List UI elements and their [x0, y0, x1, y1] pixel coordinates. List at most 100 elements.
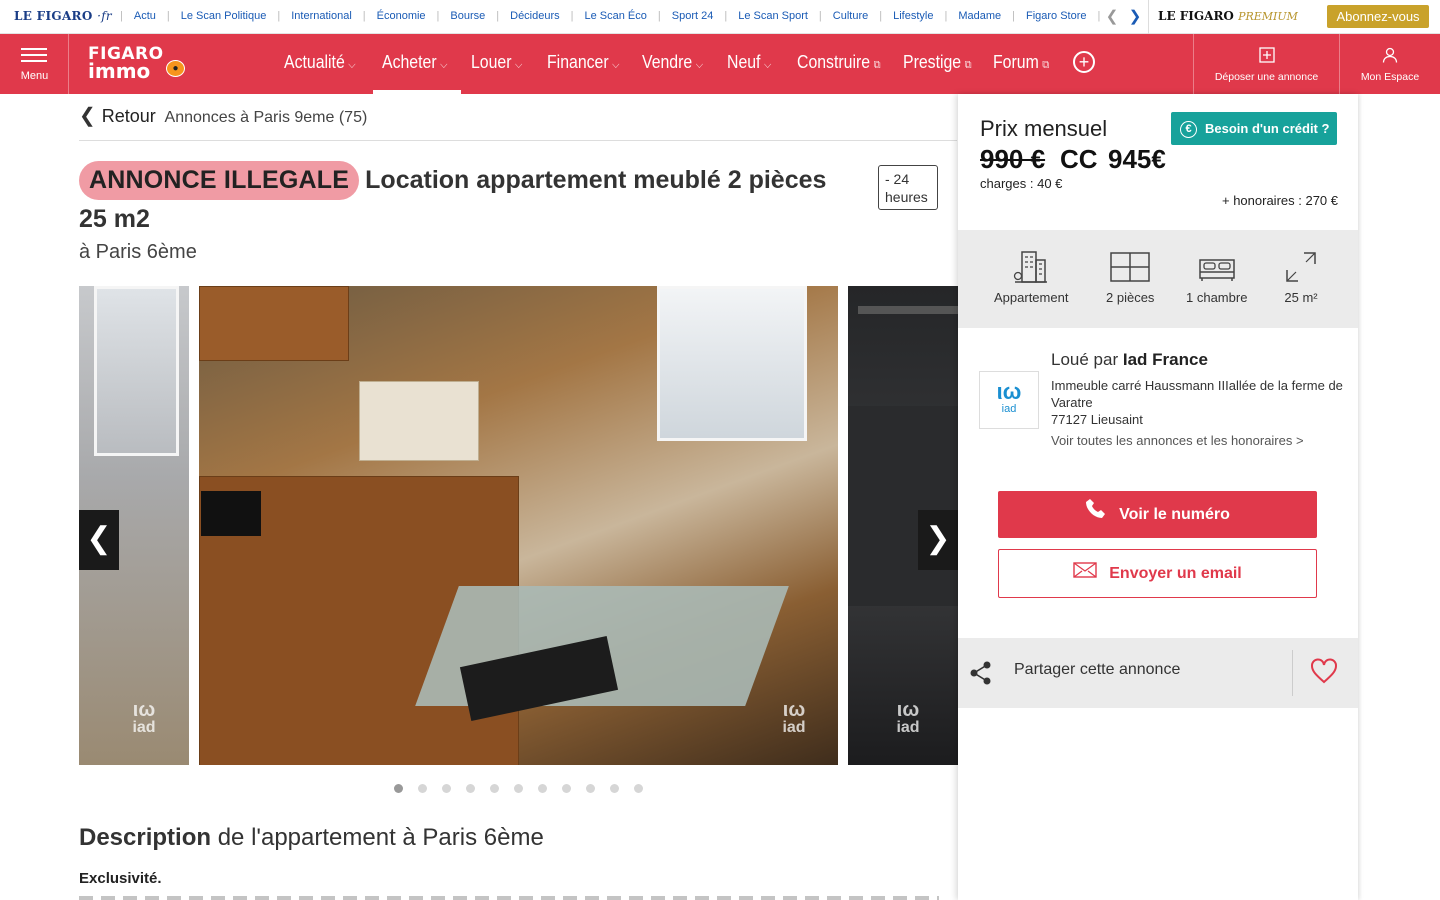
divider: [79, 140, 957, 141]
chevron-right-icon[interactable]: ❯: [1125, 7, 1145, 27]
divider: [1292, 650, 1293, 696]
carousel-dot[interactable]: [490, 784, 499, 793]
external-link-icon: ⧉: [1042, 59, 1050, 71]
section-link[interactable]: Décideurs: [499, 10, 571, 22]
nav-tab-prestige[interactable]: Prestige ⧉: [903, 34, 972, 94]
listing-location: à Paris 6ème: [79, 241, 197, 263]
heart-icon[interactable]: [1310, 658, 1338, 689]
carousel-dot[interactable]: [394, 784, 403, 793]
carousel-dot[interactable]: [538, 784, 547, 793]
post-listing-button[interactable]: Déposer une annonce: [1193, 34, 1339, 94]
upper-cabinet: [199, 286, 349, 361]
agency-name[interactable]: Iad France: [1123, 350, 1208, 369]
user-icon: [1340, 47, 1440, 67]
section-link[interactable]: Économie: [366, 10, 437, 22]
logo-line-2: immo: [88, 59, 151, 83]
divider: [1148, 0, 1149, 34]
carousel-dot[interactable]: [418, 784, 427, 793]
section-link[interactable]: Culture: [822, 10, 879, 22]
share-icon[interactable]: [968, 660, 994, 691]
le-figaro-logo[interactable]: LE FIGARO ·fr: [14, 9, 112, 23]
nav-tab-label: Financer: [547, 52, 609, 72]
my-account-button[interactable]: Mon Espace: [1339, 34, 1440, 94]
section-link[interactable]: Madame: [947, 10, 1012, 22]
nav-tab-label: Louer: [471, 52, 512, 72]
active-tab-underline: [373, 90, 461, 94]
credit-button-label: Besoin d'un crédit ?: [1205, 121, 1330, 136]
description-next-line: [79, 896, 939, 900]
euro-icon: €: [1180, 121, 1197, 139]
credit-button[interactable]: € Besoin d'un crédit ?: [1171, 112, 1337, 145]
fees: + honoraires : 270 €: [1222, 193, 1338, 208]
breadcrumb[interactable]: Annonces à Paris 9eme (75): [165, 109, 368, 126]
building-icon: [1014, 251, 1048, 283]
carousel-dot[interactable]: [562, 784, 571, 793]
chevron-left-icon[interactable]: ❮: [1102, 7, 1122, 27]
feature-type-label: Appartement: [994, 290, 1069, 305]
carousel-dot[interactable]: [442, 784, 451, 793]
nav-tab-neuf[interactable]: Neuf ⌵: [727, 34, 771, 94]
send-email-button[interactable]: Envoyer un email: [998, 549, 1317, 598]
oven-handle: [858, 306, 958, 314]
section-link[interactable]: Actu: [123, 10, 167, 22]
carousel-dot[interactable]: [514, 784, 523, 793]
charges: charges : 40 €: [980, 176, 1063, 191]
nav-tab-label: Actualité: [284, 52, 345, 72]
agency-prefix: Loué par: [1051, 350, 1119, 369]
agency-logo-text: iad: [1001, 403, 1017, 415]
share-listing-link[interactable]: Partager cette annonce: [1014, 661, 1180, 679]
nav-tab-louer[interactable]: Louer ⌵: [471, 34, 522, 94]
nav-tab-acheter[interactable]: Acheter ⌵: [382, 34, 447, 94]
section-link[interactable]: Figaro Store: [1015, 10, 1098, 22]
menu-button[interactable]: Menu: [0, 34, 69, 94]
nav-tab-construire[interactable]: Construire ⧉: [797, 34, 881, 94]
pumpkin-icon: ●: [166, 60, 185, 77]
bed-icon: [1198, 259, 1235, 281]
figaro-premium-logo[interactable]: LE FIGARO PREMIUM: [1158, 9, 1298, 23]
price-label: Prix mensuel: [980, 116, 1108, 141]
plus-circle-icon[interactable]: +: [1073, 51, 1095, 73]
section-link[interactable]: Le Scan Éco: [574, 10, 658, 22]
chevron-down-icon: ⌵: [348, 59, 356, 71]
current-price: 945€: [1108, 144, 1166, 174]
chevron-left-icon: ❮: [79, 105, 96, 127]
iad-watermark: ιω iad: [896, 699, 920, 736]
main-photo[interactable]: ιω iad: [199, 286, 838, 765]
carousel-dot[interactable]: [634, 784, 643, 793]
listing-sidebar: Prix mensuel 990 € CC 945€ charges : 40 …: [958, 94, 1358, 900]
show-phone-button[interactable]: Voir le numéro: [998, 491, 1317, 538]
section-link[interactable]: Le Scan Politique: [170, 10, 278, 22]
section-link[interactable]: Le Scan Sport: [727, 10, 819, 22]
carousel-dot[interactable]: [466, 784, 475, 793]
agency-address-line1: Immeuble carré Haussmann IIIallée de la …: [1051, 378, 1343, 410]
nav-tab-vendre[interactable]: Vendre ⌵: [642, 34, 703, 94]
send-email-label: Envoyer un email: [1109, 565, 1242, 582]
back-link[interactable]: ❮ Retour Annonces à Paris 9eme (75): [79, 103, 367, 128]
carousel-prev-button[interactable]: ❮: [79, 510, 119, 570]
figaro-sections-nav: | Actu | Le Scan Politique | International | Éc…: [120, 0, 1102, 34]
section-link[interactable]: Lifestyle: [882, 10, 944, 22]
chevron-down-icon: ⌵: [612, 59, 620, 71]
nav-tab-financer[interactable]: Financer ⌵: [547, 34, 619, 94]
floorplan-icon: [1110, 252, 1150, 282]
description-title-bold: Description: [79, 824, 212, 851]
nav-tab-actualit[interactable]: Actualité ⌵: [284, 34, 356, 94]
carousel-dot[interactable]: [586, 784, 595, 793]
carousel-next-button[interactable]: ❯: [918, 510, 958, 570]
nav-tab-forum[interactable]: Forum ⧉: [993, 34, 1049, 94]
section-link[interactable]: International: [280, 10, 363, 22]
window: [94, 286, 179, 456]
figaro-immo-logo[interactable]: FIGARO immo ●: [88, 46, 185, 83]
carousel-dots: [394, 780, 658, 793]
section-link[interactable]: Bourse: [439, 10, 496, 22]
monitor: [201, 491, 261, 536]
description-title-rest: de l'appartement à Paris 6ème: [217, 824, 544, 851]
agency-listings-link[interactable]: Voir toutes les annonces et les honorair…: [1051, 433, 1304, 448]
carousel-dot[interactable]: [610, 784, 619, 793]
section-link[interactable]: Sport 24: [661, 10, 725, 22]
subscribe-button[interactable]: Abonnez-vous: [1327, 5, 1429, 28]
figaro-premium-logo-main: LE FIGARO: [1158, 9, 1234, 23]
agency-logo[interactable]: ιω iad: [979, 371, 1039, 429]
nav-tab-label: Construire: [797, 52, 871, 72]
show-phone-label: Voir le numéro: [1119, 506, 1230, 523]
